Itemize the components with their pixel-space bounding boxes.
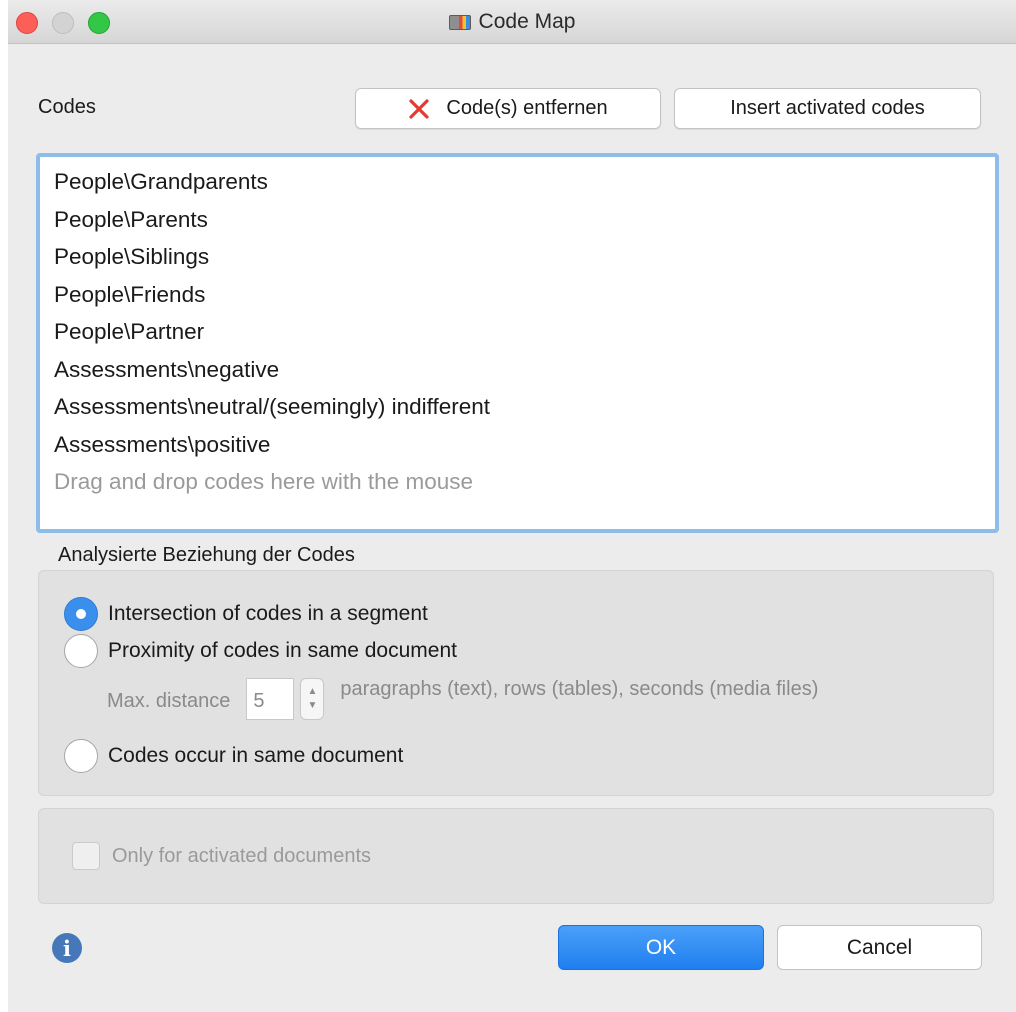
radio-button-selected[interactable]	[64, 597, 98, 631]
code-map-dialog: Code Map Codes Code(s) entfernen Insert …	[8, 0, 1016, 1012]
code-list-item[interactable]: Assessments\negative	[54, 351, 995, 389]
stepper-down-icon[interactable]: ▼	[307, 699, 317, 713]
radio-proximity-label: Proximity of codes in same document	[108, 639, 457, 662]
max-distance-label: Max. distance	[107, 690, 231, 712]
codes-label: Codes	[38, 96, 96, 118]
radio-same-document-label: Codes occur in same document	[108, 744, 404, 767]
radio-button[interactable]	[64, 634, 98, 668]
window-title: Code Map	[478, 10, 576, 33]
red-x-icon	[409, 98, 429, 119]
code-list-item[interactable]: People\Grandparents	[54, 163, 995, 201]
window-title-group: Code Map	[8, 0, 1016, 44]
ok-button[interactable]: OK	[558, 925, 764, 970]
cancel-button[interactable]: Cancel	[777, 925, 982, 970]
drop-hint: Drag and drop codes here with the mouse	[54, 469, 473, 494]
code-list-item[interactable]: Assessments\neutral/(seemingly) indiffer…	[54, 388, 995, 426]
radio-intersection-label: Intersection of codes in a segment	[108, 602, 428, 625]
code-map-icon	[448, 14, 471, 30]
insert-activated-codes-label: Insert activated codes	[730, 97, 925, 119]
code-list-item[interactable]: People\Partner	[54, 313, 995, 351]
radio-intersection[interactable]: Intersection of codes in a segment	[64, 597, 428, 631]
radio-same-document[interactable]: Codes occur in same document	[64, 739, 403, 773]
title-bar: Code Map	[8, 0, 1016, 44]
max-distance-unit: paragraphs (text), rows (tables), second…	[340, 678, 819, 700]
max-distance-row: Max. distance 5 ▲ ▼ paragraphs (text), r…	[107, 678, 880, 720]
code-list-item[interactable]: People\Siblings	[54, 238, 995, 276]
radio-button[interactable]	[64, 739, 98, 773]
relation-group-label: Analysierte Beziehung der Codes	[58, 544, 355, 566]
only-activated-documents-checkbox[interactable]	[72, 842, 100, 870]
info-icon[interactable]: i	[52, 933, 82, 963]
code-list-item[interactable]: People\Friends	[54, 276, 995, 314]
code-list-item[interactable]: Assessments\positive	[54, 426, 995, 464]
only-activated-documents-option[interactable]: Only for activated documents	[72, 842, 371, 870]
max-distance-input[interactable]: 5	[246, 678, 295, 720]
remove-codes-button[interactable]: Code(s) entfernen	[355, 88, 661, 129]
code-list-item[interactable]: People\Parents	[54, 201, 995, 239]
codes-list[interactable]: People\Grandparents People\Parents Peopl…	[36, 153, 999, 533]
remove-codes-label: Code(s) entfernen	[446, 97, 608, 119]
insert-activated-codes-button[interactable]: Insert activated codes	[674, 88, 981, 129]
only-activated-documents-label: Only for activated documents	[112, 844, 372, 867]
radio-proximity[interactable]: Proximity of codes in same document	[64, 634, 457, 668]
stepper-up-icon[interactable]: ▲	[307, 685, 317, 699]
max-distance-stepper[interactable]: ▲ ▼	[300, 678, 325, 720]
